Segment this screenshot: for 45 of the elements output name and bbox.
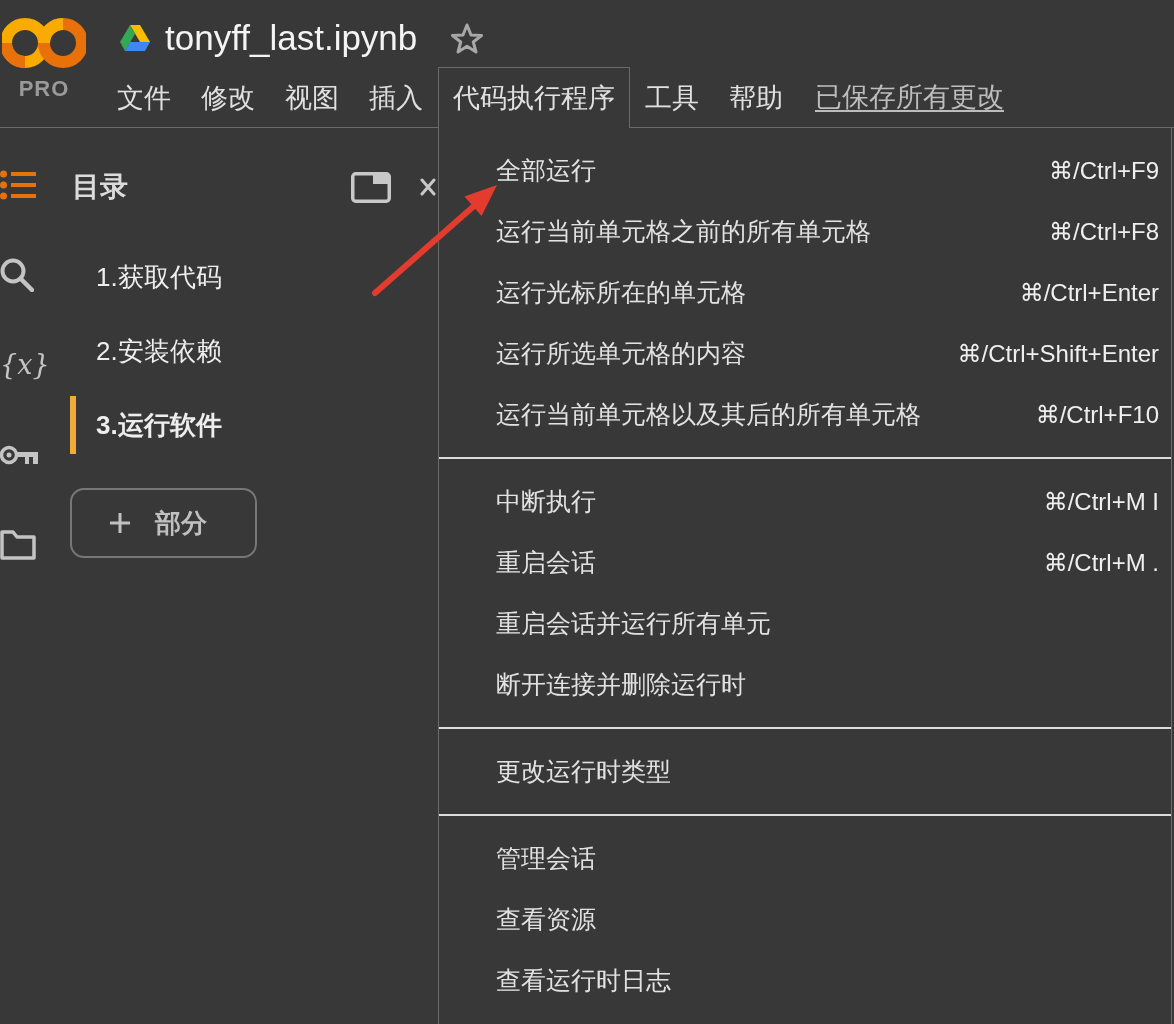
key-icon[interactable] bbox=[0, 444, 38, 466]
menu-option[interactable]: 管理会话 bbox=[439, 828, 1171, 889]
variables-icon[interactable]: {x} bbox=[0, 348, 50, 382]
shortcut-label: ⌘/Ctrl+Shift+Enter bbox=[957, 339, 1159, 368]
menu-option[interactable]: 查看资源 bbox=[439, 889, 1171, 950]
list-icon[interactable] bbox=[0, 170, 36, 200]
shortcut-label: ⌘/Ctrl+F10 bbox=[1035, 400, 1159, 429]
menu-item[interactable]: 插入 bbox=[354, 67, 438, 127]
menu-option[interactable]: 运行所选单元格的内容 ⌘/Ctrl+Shift+Enter bbox=[439, 323, 1171, 384]
save-status-link[interactable]: 已保存所有更改 bbox=[800, 79, 1019, 115]
shortcut-label: ⌘/Ctrl+F9 bbox=[1049, 156, 1159, 185]
menu-option[interactable]: 运行光标所在的单元格 ⌘/Ctrl+Enter bbox=[439, 262, 1171, 323]
window-icon[interactable] bbox=[351, 171, 391, 203]
search-icon[interactable] bbox=[0, 258, 34, 292]
menu-item[interactable]: 帮助 bbox=[714, 67, 798, 127]
close-icon[interactable] bbox=[420, 178, 436, 196]
menu-option[interactable]: 重启会话 ⌘/Ctrl+M . bbox=[439, 532, 1171, 593]
shortcut-label: ⌘/Ctrl+M . bbox=[1043, 548, 1159, 577]
triangle-icon bbox=[120, 25, 150, 51]
panel-title: 目录 bbox=[72, 170, 128, 204]
menu-item[interactable]: 修改 bbox=[186, 67, 270, 127]
document-title[interactable]: tonyff_last.ipynb bbox=[165, 17, 418, 59]
menu-option[interactable]: 运行当前单元格以及其后的所有单元格 ⌘/Ctrl+F10 bbox=[439, 384, 1171, 445]
menu-item[interactable]: 视图 bbox=[270, 67, 354, 127]
menu-option[interactable]: 重启会话并运行所有单元 bbox=[439, 593, 1171, 654]
toc-item[interactable]: 3.运行软件 bbox=[70, 396, 222, 454]
shortcut-label: ⌘/Ctrl+M I bbox=[1043, 487, 1159, 516]
star-icon[interactable] bbox=[451, 22, 484, 54]
folder-icon[interactable] bbox=[0, 530, 36, 560]
menu-option[interactable]: 查看运行时日志 bbox=[439, 950, 1171, 1011]
menu-option[interactable]: 全部运行 ⌘/Ctrl+F9 bbox=[439, 140, 1171, 201]
plus-icon bbox=[110, 513, 130, 533]
toc-item[interactable]: 1.获取代码 bbox=[70, 248, 222, 306]
menu-item[interactable]: 工具 bbox=[630, 67, 714, 127]
menu-item[interactable]: 代码执行程序 bbox=[438, 67, 630, 128]
shortcut-label: ⌘/Ctrl+Enter bbox=[1019, 278, 1159, 307]
menu-option[interactable]: 中断执行 ⌘/Ctrl+M I bbox=[439, 471, 1171, 532]
menu-option[interactable]: 断开连接并删除运行时 bbox=[439, 654, 1171, 715]
menu-option[interactable]: 更改运行时类型 bbox=[439, 741, 1171, 802]
menu-item[interactable]: 文件 bbox=[102, 67, 186, 127]
menu-option[interactable]: 运行当前单元格之前的所有单元格 ⌘/Ctrl+F8 bbox=[439, 201, 1171, 262]
shortcut-label: ⌘/Ctrl+F8 bbox=[1049, 217, 1159, 246]
toc-item[interactable]: 2.安装依赖 bbox=[70, 322, 222, 380]
plan-label: PRO bbox=[18, 77, 70, 101]
add-section-button[interactable]: 部分 bbox=[70, 488, 257, 558]
